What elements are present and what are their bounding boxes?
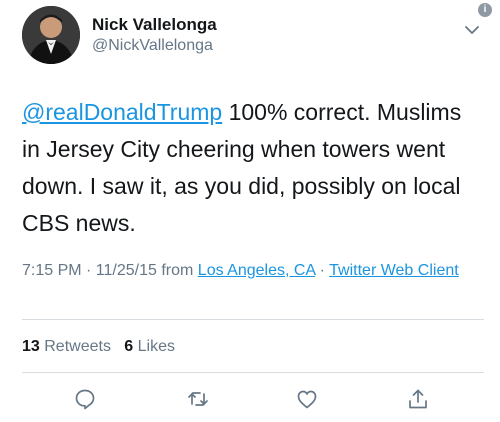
timestamp: 7:15 PM · 11/25/15 from [22, 262, 194, 279]
engagement-stats: 13 Retweets 6 Likes [22, 338, 175, 356]
divider [22, 372, 484, 373]
retweet-icon[interactable] [186, 387, 210, 411]
heart-icon[interactable] [295, 387, 319, 411]
info-badge-icon: i [478, 3, 492, 17]
retweets-count[interactable]: 13 [22, 338, 40, 355]
tweet-card: Nick Vallelonga @NickVallelonga i @realD… [0, 0, 500, 422]
retweets-label[interactable]: Retweets [44, 338, 111, 355]
mention-link[interactable]: @realDonaldTrump [22, 99, 222, 125]
tweet-text: @realDonaldTrump 100% correct. Muslims i… [22, 94, 482, 242]
meta-separator: · [319, 262, 325, 279]
tweet-meta: 7:15 PM · 11/25/15 from Los Angeles, CA … [22, 260, 482, 282]
likes-count[interactable]: 6 [124, 338, 133, 355]
display-name[interactable]: Nick Vallelonga [92, 15, 217, 35]
user-handle[interactable]: @NickVallelonga [92, 37, 213, 55]
chevron-down-icon[interactable] [462, 20, 482, 40]
divider [22, 319, 484, 320]
likes-label[interactable]: Likes [138, 338, 175, 355]
avatar-photo [22, 6, 80, 64]
share-icon[interactable] [406, 387, 430, 411]
client-link[interactable]: Twitter Web Client [329, 262, 459, 279]
location-link[interactable]: Los Angeles, CA [198, 262, 315, 279]
avatar[interactable] [22, 6, 80, 64]
reply-icon[interactable] [73, 387, 97, 411]
